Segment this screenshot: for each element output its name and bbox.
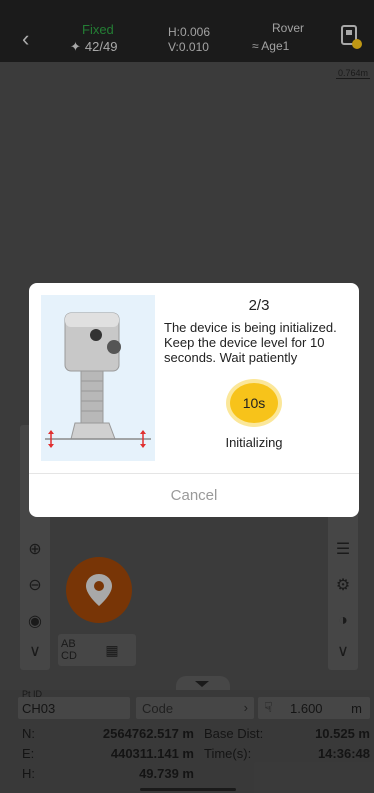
receiver-pole-illustration <box>45 312 151 448</box>
step-indicator: 2/3 <box>248 297 270 314</box>
initializing-status: Initializing <box>225 435 283 450</box>
countdown-badge: 10s <box>230 383 278 423</box>
initialization-dialog: 2/3 The device is being initialized. Kee… <box>29 283 359 517</box>
cancel-button[interactable]: Cancel <box>29 474 359 517</box>
device-level-illustration <box>41 295 155 461</box>
dialog-message: The device is being initialized. Keep th… <box>164 320 337 365</box>
